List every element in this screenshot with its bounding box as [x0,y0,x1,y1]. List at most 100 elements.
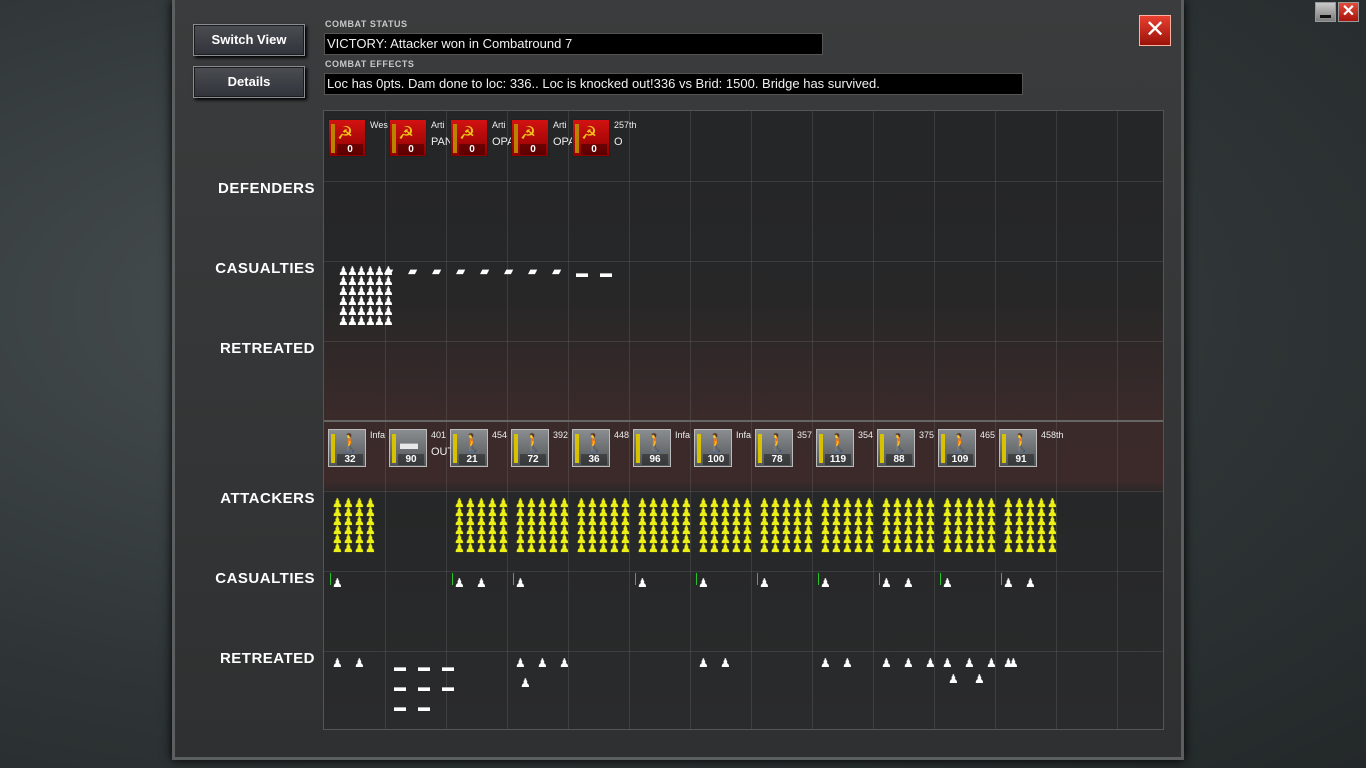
infantry-remaining-icon: ♟ [1003,576,1014,590]
retreated-infantry-icon: ♟ [515,656,526,670]
attacker-casualty-icon: ♟ [465,541,476,555]
attacker-casualty-icon: ♟ [559,541,570,555]
tank-casualty-icon: ▬ [576,266,588,280]
unit-subname-label: O [614,136,623,148]
artillery-casualty-icon: ▰ [432,264,442,278]
strength-tick [513,573,514,585]
infantry-icon: 🚶 [644,433,667,453]
infantry-icon: 🚶 [461,433,484,453]
attacker-casualty-icon: ♟ [842,541,853,555]
attacker-casualty-icon: ♟ [953,541,964,555]
close-dialog-button[interactable]: ✕ [1139,15,1171,46]
attacker-casualty-icon: ♟ [620,541,631,555]
artillery-casualty-icon: ▰ [408,264,418,278]
unit-name-label: Infa [736,430,752,440]
artillery-casualty-icon: ▰ [384,264,394,278]
attacker-casualty-icon: ♟ [354,541,365,555]
unit-name-label: 465 [980,430,996,440]
attacker-casualty-icon: ♟ [820,541,831,555]
grid-row-line [324,571,1163,572]
tank-icon: ▬ [400,433,418,453]
strength-tick [635,573,636,585]
attacker-casualty-icon: ♟ [709,541,720,555]
retreated-infantry-icon: ♟ [332,656,343,670]
unit-name-label: Arti [553,120,567,130]
attacker-unit-counter[interactable]: 🚶 21 [450,429,488,467]
switch-view-button[interactable]: Switch View [193,24,305,56]
attacker-casualty-icon: ♟ [609,541,620,555]
combat-effects-header: COMBAT EFFECTS [325,59,415,69]
infantry-remaining-icon: ♟ [759,576,770,590]
grid-row-line [324,261,1163,262]
retreated-tank-icon: ▬ [418,660,430,674]
attacker-unit-counter[interactable]: 🚶 36 [572,429,610,467]
attacker-unit-counter[interactable]: ▬ 90 [389,429,427,467]
attacker-casualty-icon: ♟ [598,541,609,555]
infantry-casualty-icon: ♟ [383,314,394,328]
defender-unit-counter[interactable]: ☭ 0 [511,119,549,157]
unit-strength-value: 0 [398,144,424,155]
infantry-icon: 🚶 [1010,433,1033,453]
unit-strength-value: 96 [642,454,668,465]
retreated-infantry-icon: ♟ [964,656,975,670]
strength-tick [879,573,880,585]
attacker-unit-counter[interactable]: 🚶 96 [633,429,671,467]
attacker-unit-counter[interactable]: 🚶 72 [511,429,549,467]
retreated-infantry-icon: ♟ [720,656,731,670]
defender-unit-counter[interactable]: ☭ 0 [450,119,488,157]
attacker-unit-counter[interactable]: 🚶 100 [694,429,732,467]
infantry-remaining-icon: ♟ [476,576,487,590]
strength-tick [452,573,453,585]
strength-bar [697,434,701,463]
unit-name-label: 448 [614,430,630,440]
retreated-infantry-icon: ♟ [1003,656,1014,670]
attacker-unit-counter[interactable]: 🚶 32 [328,429,366,467]
defender-unit-counter[interactable]: ☭ 0 [389,119,427,157]
strength-bar [331,124,335,153]
artillery-casualty-icon: ▰ [480,264,490,278]
infantry-remaining-icon: ♟ [637,576,648,590]
unit-strength-value: 72 [520,454,546,465]
unit-strength-value: 90 [398,454,424,465]
infantry-icon: 🚶 [522,433,545,453]
attacker-unit-counter[interactable]: 🚶 109 [938,429,976,467]
strength-tick [696,573,697,585]
infantry-icon: 🚶 [339,433,362,453]
details-button[interactable]: Details [193,66,305,98]
combat-status-field: VICTORY: Attacker won in Combatround 7 [324,33,823,55]
attacker-casualty-icon: ♟ [759,541,770,555]
infantry-icon: 🚶 [888,433,911,453]
close-window-button[interactable]: ✕ [1338,2,1359,22]
attacker-casualty-icon: ♟ [332,541,343,555]
attacker-casualty-icon: ♟ [526,541,537,555]
minimize-window-button[interactable] [1315,2,1336,22]
strength-bar [758,434,762,463]
attacker-unit-counter[interactable]: 🚶 91 [999,429,1037,467]
attacker-casualty-icon: ♟ [587,541,598,555]
attacker-casualty-icon: ♟ [770,541,781,555]
infantry-remaining-icon: ♟ [881,576,892,590]
unit-strength-value: 91 [1008,454,1034,465]
combat-status-header: COMBAT STATUS [325,19,408,29]
attacker-unit-counter[interactable]: 🚶 88 [877,429,915,467]
hammer-sickle-icon: ☭ [581,123,598,143]
unit-name-label: 454 [492,430,508,440]
hammer-sickle-icon: ☭ [398,123,415,143]
combat-report-panel: Switch View Details COMBAT STATUS VICTOR… [172,0,1184,760]
attacker-retreated-label: RETREATED [219,650,315,667]
strength-tick [330,573,331,585]
attacker-casualty-icon: ♟ [576,541,587,555]
attacker-unit-counter[interactable]: 🚶 78 [755,429,793,467]
attacker-unit-counter[interactable]: 🚶 119 [816,429,854,467]
infantry-icon: 🚶 [949,433,972,453]
strength-tick [1001,573,1002,585]
defender-unit-counter[interactable]: ☭ 0 [328,119,366,157]
retreated-tank-icon: ▬ [418,700,430,714]
attacker-casualty-icon: ♟ [698,541,709,555]
defender-unit-counter[interactable]: ☭ 0 [572,119,610,157]
strength-bar [636,434,640,463]
attacker-casualty-icon: ♟ [343,541,354,555]
attacker-casualty-icon: ♟ [831,541,842,555]
defender-casualties-label: CASUALTIES [215,260,315,277]
strength-bar [392,124,396,153]
